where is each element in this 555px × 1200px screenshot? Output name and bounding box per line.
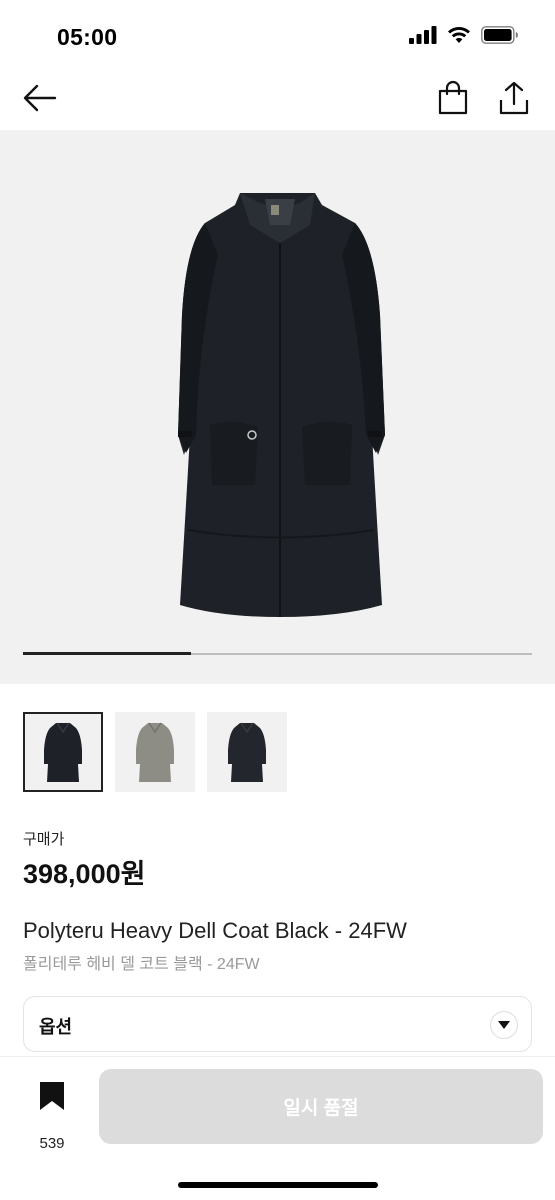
thumbnail-grey-coat[interactable]	[115, 712, 195, 792]
option-chevron-button[interactable]	[490, 1011, 518, 1039]
back-button[interactable]	[22, 82, 58, 114]
product-title-english: Polyteru Heavy Dell Coat Black - 24FW	[23, 918, 407, 943]
option-label: 옵션	[39, 1017, 73, 1037]
share-button[interactable]	[497, 80, 531, 116]
battery-icon	[481, 26, 518, 44]
thumbnail-black-coat-alt[interactable]	[207, 712, 287, 792]
wifi-icon	[448, 27, 470, 43]
product-title-korean: 폴리테루 헤비 델 코트 블랙 - 24FW	[23, 956, 260, 973]
status-bar: 05:00	[0, 0, 555, 70]
bookmark-icon	[40, 1082, 64, 1110]
nav-bar	[0, 70, 555, 130]
bookmark-button[interactable]: 539	[26, 1079, 78, 1152]
share-icon	[499, 81, 529, 115]
status-time: 05:00	[57, 24, 118, 50]
option-select[interactable]: 옵션	[23, 996, 532, 1052]
product-image-gallery[interactable]	[0, 130, 555, 684]
shopping-bag-icon	[438, 80, 468, 115]
signal-icon	[409, 26, 437, 44]
bottom-action-bar: 539 일시 품절	[0, 1056, 555, 1200]
back-arrow-icon	[23, 84, 57, 112]
price-value: 398,000원	[23, 859, 146, 889]
gallery-progress-track	[23, 652, 532, 655]
sold-out-button[interactable]: 일시 품절	[99, 1069, 543, 1144]
cart-button[interactable]	[436, 80, 470, 116]
bookmark-count: 539	[39, 1135, 65, 1152]
thumbnail-black-coat[interactable]	[23, 712, 103, 792]
home-indicator	[178, 1182, 378, 1188]
black-long-coat-image	[178, 193, 385, 617]
grey-coat-thumbnail	[136, 722, 174, 782]
thumbnail-strip	[23, 712, 287, 792]
black-coat-thumbnail	[44, 722, 82, 782]
gallery-progress-indicator	[23, 652, 191, 655]
chevron-down-icon	[498, 1021, 510, 1029]
price-label: 구매가	[23, 831, 65, 848]
status-icons	[409, 26, 519, 44]
black-coat-alt-thumbnail	[228, 722, 266, 782]
